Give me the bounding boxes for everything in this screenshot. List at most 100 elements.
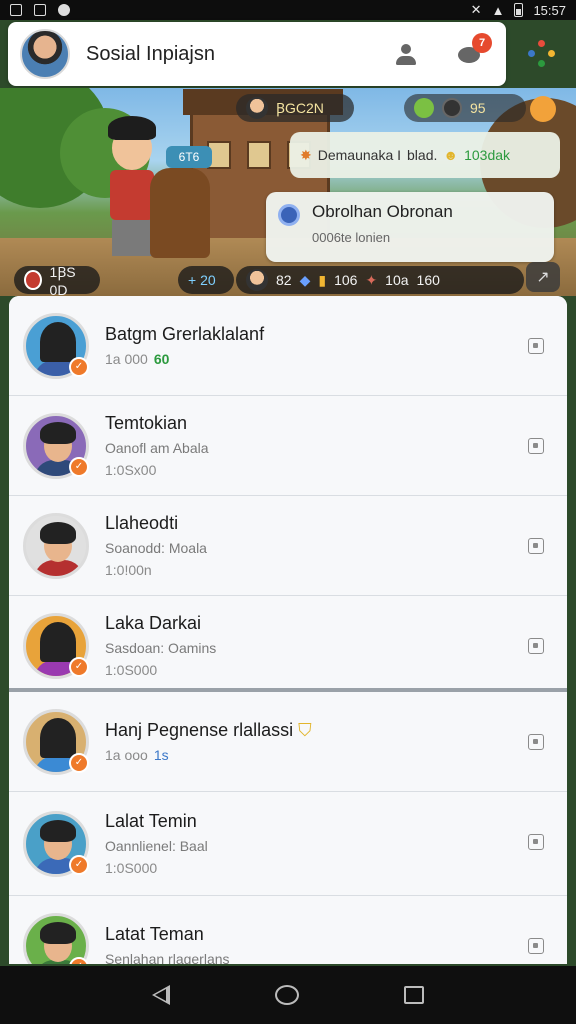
header-actions: 7 [394,33,492,66]
status-bar: ✕ ▲ 15:57 [0,0,576,20]
row-text: Batgm Grerlaklalanf 1a 000 60 [105,324,567,367]
list-item[interactable]: ✓ Laka Darkai Sasdoan: Oamins 1:0S000 [9,596,567,696]
avatar-hair [40,819,76,842]
chat-icon[interactable]: 7 [458,33,492,65]
friend-list[interactable]: ✓ Batgm Grerlaklalanf 1a 000 60 ✓ Temtoki… [9,296,567,964]
currency-pill[interactable]: ꞴGC2N [236,94,354,122]
avatar [23,512,89,579]
chat-badge: 7 [472,33,492,53]
friend-meta: 1a ooo 1s [105,747,567,763]
notification-value: 103dak [464,147,511,163]
avatar-wrap: ✓ [23,708,89,775]
level-tag: 6T6 [166,146,212,168]
signal-icon: ▲ [491,2,505,18]
friend-name: Hanj Pegnense rlallassi ⛉ [105,720,567,741]
notification-text: Demaunaka I [317,147,402,163]
status-left [10,4,70,16]
meta-highlight: 1s [153,747,169,763]
row-text: Temtokian Oanofl am Abala 1:0Sx00 [105,413,567,478]
select-checkbox[interactable] [528,938,544,954]
friend-status: Oannlienel: Baal [105,838,208,854]
gallery-icon [10,4,22,16]
status-badge: ✓ [69,656,89,677]
friend-name: Temtokian [105,413,188,433]
status-right: ✕ ▲ 15:57 [471,2,566,18]
friend-meta: 1a 000 60 [105,351,567,367]
resource-value: 95 [470,100,486,116]
avatar-wrap: ✓ [23,612,89,679]
avatar-hair [40,921,76,944]
smiley-icon: ☻ [443,147,459,163]
avatar-wrap: ✓ [23,810,89,877]
stat-1: 82 [276,272,292,288]
friend-status: Soanodd: Moala [105,540,207,556]
meta-value: 1a 000 [105,351,148,367]
profile-avatar[interactable] [20,29,70,79]
chat-popup[interactable]: Obrolhan Obronan 0006te lonien [266,192,554,262]
gem-icon: ◆ [299,271,311,288]
home-icon[interactable] [274,985,299,1005]
friend-name: Latat Teman [105,924,204,944]
battery-icon [514,3,524,17]
row-text: Laka Darkai Sasdoan: Oamins 1:0S000 [105,613,567,678]
mail-icon [34,4,46,16]
friend-status: Senlahan rlagerlans [105,951,230,964]
friend-status: Oanofl am Abala [105,440,209,456]
status-badge: ✓ [69,356,89,377]
select-checkbox[interactable] [528,734,544,750]
friend-meta: 1:0S000 [105,860,158,876]
person-icon[interactable] [394,42,418,66]
list-item[interactable]: ✓ Batgm Grerlaklalanf 1a 000 60 [9,296,567,396]
back-icon[interactable] [152,985,171,1005]
status-badge: ✓ [69,854,89,875]
row-text: Hanj Pegnense rlallassi ⛉ 1a ooo 1s [105,720,567,763]
avatar-hair [40,421,76,444]
select-checkbox[interactable] [528,538,544,554]
leaf-icon [414,98,434,118]
game-banner[interactable]: 6T6 ꞴGC2N 95 ✸ Demaunaka I blad. ☻ 103da… [0,88,576,296]
list-item[interactable]: ✓ Lalat Temin Oannlienel: Baal 1:0S000 [9,792,567,896]
row-text: Lalat Temin Oannlienel: Baal 1:0S000 [105,811,567,876]
app-header: Sosial Inpiajsn 7 [8,22,506,86]
avatar-hair [40,321,76,362]
select-checkbox[interactable] [528,438,544,454]
notification-card[interactable]: ✸ Demaunaka I blad. ☻ 103dak [290,132,560,178]
stat-3: 10a [385,272,409,288]
dot-red [538,40,545,47]
status-badge: ✓ [69,752,89,773]
status-time: 15:57 [533,2,566,18]
stats-pill[interactable]: 82 ◆ ▮ 106 ✦ 10a 160 [236,266,524,294]
select-checkbox[interactable] [528,638,544,654]
popup-subtitle: 0006te lonien [312,230,391,245]
house-window [247,141,271,169]
recent-apps-icon[interactable] [403,986,424,1004]
stat-4: 160 [416,272,440,288]
player-icon [442,98,462,118]
meta-highlight: 60 [153,351,170,367]
select-checkbox[interactable] [528,338,544,354]
stat-2: 106 [334,272,358,288]
add-pill[interactable]: + 20 [178,266,234,294]
friend-name: Lalat Temin [105,811,197,831]
location-icon [58,4,70,16]
hero-legs [112,220,152,256]
apps-dots-icon[interactable] [528,40,556,68]
heart-icon [24,270,42,290]
select-checkbox[interactable] [528,834,544,850]
system-nav-bar [0,966,576,1024]
lives-value: 1ꞴS 0D [49,263,76,297]
banner-close-button[interactable]: ↗ [526,262,560,292]
list-item[interactable]: ✓ Temtokian Oanofl am Abala 1:0Sx00 [9,396,567,496]
avatar-shirt [34,559,84,576]
status-badge: ✓ [69,456,89,477]
stats-avatar [246,269,268,291]
list-item[interactable]: Llaheodti Soanodd: Moala 1:0!00n [9,496,567,596]
list-item[interactable]: ✓ Hanj Pegnense rlallassi ⛉ 1a ooo 1s [9,688,567,792]
gold-icon[interactable] [530,96,556,122]
friend-meta: 1:0Sx00 [105,462,157,478]
lives-pill[interactable]: 1ꞴS 0D [14,263,100,297]
friend-name: Batgm Grerlaklalanf [105,324,265,344]
avatar-hair [40,717,76,758]
resource-pill[interactable]: 95 [404,94,526,122]
list-item[interactable]: ✓ Latat Teman Senlahan rlagerlans [9,896,567,964]
